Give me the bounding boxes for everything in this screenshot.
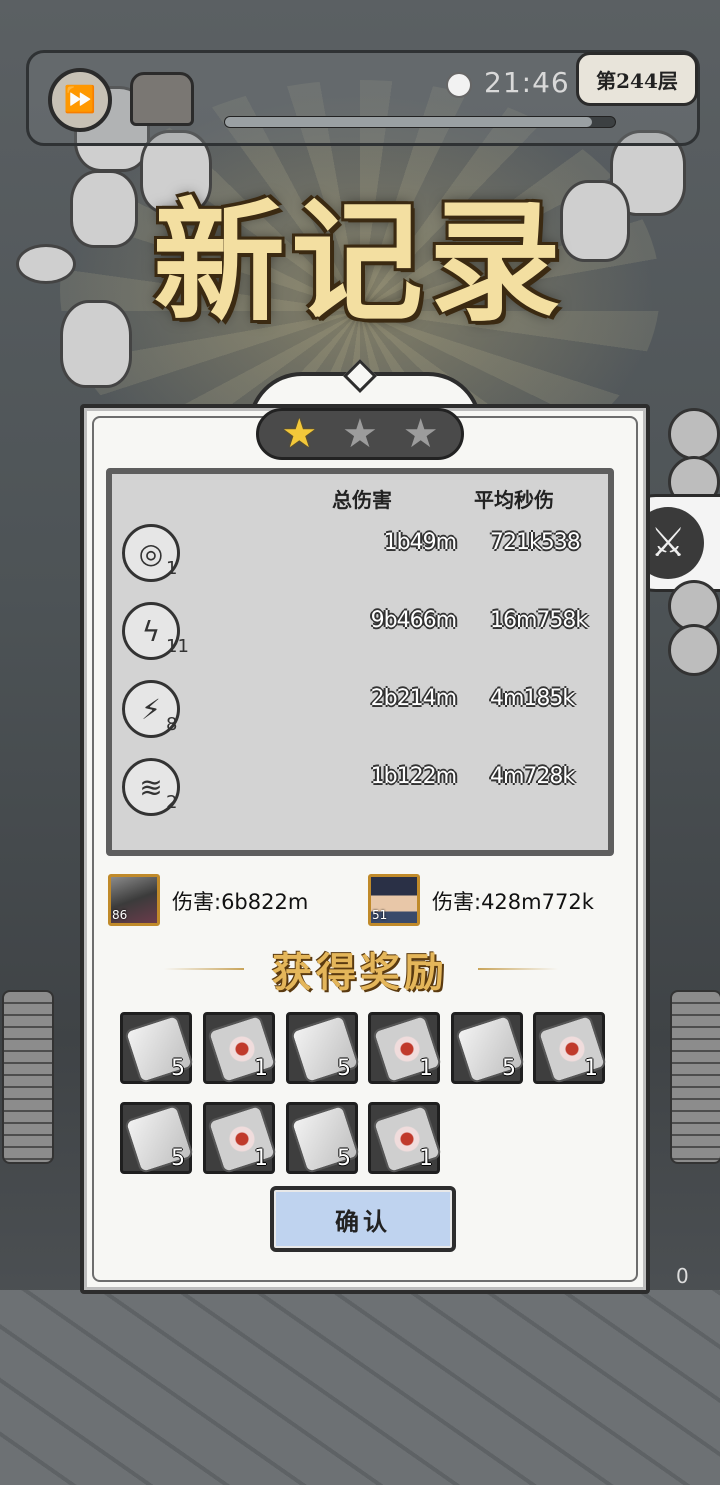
- fast-forward-button[interactable]: ⏩: [48, 68, 112, 132]
- reward-count: 5: [171, 1056, 185, 1081]
- fast-forward-icon: ⏩: [63, 85, 97, 115]
- skill-total-damage: 1b122m: [370, 764, 457, 789]
- header-average-dps: 平均秒伤: [474, 488, 554, 512]
- reward-count: 5: [337, 1146, 351, 1171]
- reward-item-red-core-ore[interactable]: 1: [368, 1102, 443, 1175]
- star-rating: ★ ★ ★: [256, 408, 464, 460]
- skill-level: 8: [166, 714, 178, 735]
- reward-item-red-core-ore[interactable]: 1: [368, 1012, 443, 1085]
- star-icon: ★: [402, 411, 439, 457]
- reward-item-steel-ingot[interactable]: 5: [286, 1102, 361, 1175]
- progress-bar: [224, 116, 616, 128]
- reward-item-red-core-ore[interactable]: 1: [203, 1012, 278, 1085]
- reward-count: 1: [419, 1056, 433, 1081]
- clock-icon: [446, 72, 472, 98]
- reward-item-steel-ingot[interactable]: 5: [120, 1102, 195, 1175]
- side-skill-icon[interactable]: [668, 408, 720, 460]
- hero-level: 86: [112, 908, 128, 922]
- timer-text: 21:46: [484, 66, 570, 99]
- skill-row: ϟ 11 9b466m 16m758k: [120, 602, 610, 664]
- reward-item-steel-ingot[interactable]: 5: [451, 1012, 526, 1085]
- reward-count: 5: [502, 1056, 516, 1081]
- skill-row: ⚡ 8 2b214m 4m185k: [120, 680, 610, 742]
- skill-row: ◎ 1 1b49m 721k538: [120, 524, 610, 586]
- star-icon: ★: [281, 411, 318, 457]
- corner-counter: 0: [676, 1264, 689, 1288]
- stone-floor: [0, 1290, 720, 1485]
- reward-item-steel-ingot[interactable]: 5: [120, 1012, 195, 1085]
- reward-count: 5: [171, 1146, 185, 1171]
- skill-average-dps: 4m185k: [490, 686, 575, 711]
- reward-item-steel-ingot[interactable]: 5: [286, 1012, 361, 1085]
- skill-total-damage: 9b466m: [370, 608, 457, 633]
- reward-count: 1: [419, 1146, 433, 1171]
- confirm-button[interactable]: 确认: [270, 1186, 456, 1252]
- reward-count: 1: [254, 1146, 268, 1171]
- skill-average-dps: 721k538: [490, 530, 581, 555]
- hero-level: 51: [372, 908, 388, 922]
- skill-level: 2: [166, 792, 178, 813]
- skill-row: ≋ 2 1b122m 4m728k: [120, 758, 610, 820]
- progress-fill: [225, 117, 592, 127]
- star-icon: ★: [342, 411, 378, 457]
- side-skill-icon[interactable]: [668, 624, 720, 676]
- skill-total-damage: 1b49m: [383, 530, 457, 555]
- hero-damage-entry: 51 伤害:428m772k: [368, 874, 618, 930]
- reward-item-red-core-ore[interactable]: 1: [533, 1012, 608, 1085]
- skill-level: 1: [166, 558, 178, 579]
- coin-stack: [2, 990, 54, 1164]
- reward-count: 1: [254, 1056, 268, 1081]
- floor-badge: 第244层: [576, 52, 698, 106]
- rewards-title: 获得奖励: [272, 949, 448, 996]
- skill-average-dps: 16m758k: [490, 608, 588, 633]
- coin-stack: [670, 990, 720, 1164]
- skill-average-dps: 4m728k: [490, 764, 575, 789]
- reward-count: 1: [584, 1056, 598, 1081]
- enemy-figure: [16, 244, 76, 284]
- new-record-title: 新记录: [153, 185, 567, 340]
- skill-total-damage: 2b214m: [370, 686, 457, 711]
- reward-count: 5: [337, 1056, 351, 1081]
- reward-item-red-core-ore[interactable]: 1: [203, 1102, 278, 1175]
- skill-level: 11: [166, 636, 189, 657]
- hero-damage-text: 伤害:6b822m: [172, 890, 309, 914]
- hero-damage-entry: 86 伤害:6b822m: [108, 874, 348, 930]
- treasure-chest-icon[interactable]: [130, 72, 194, 126]
- header-total-damage: 总伤害: [332, 488, 392, 512]
- hero-damage-text: 伤害:428m772k: [432, 890, 594, 914]
